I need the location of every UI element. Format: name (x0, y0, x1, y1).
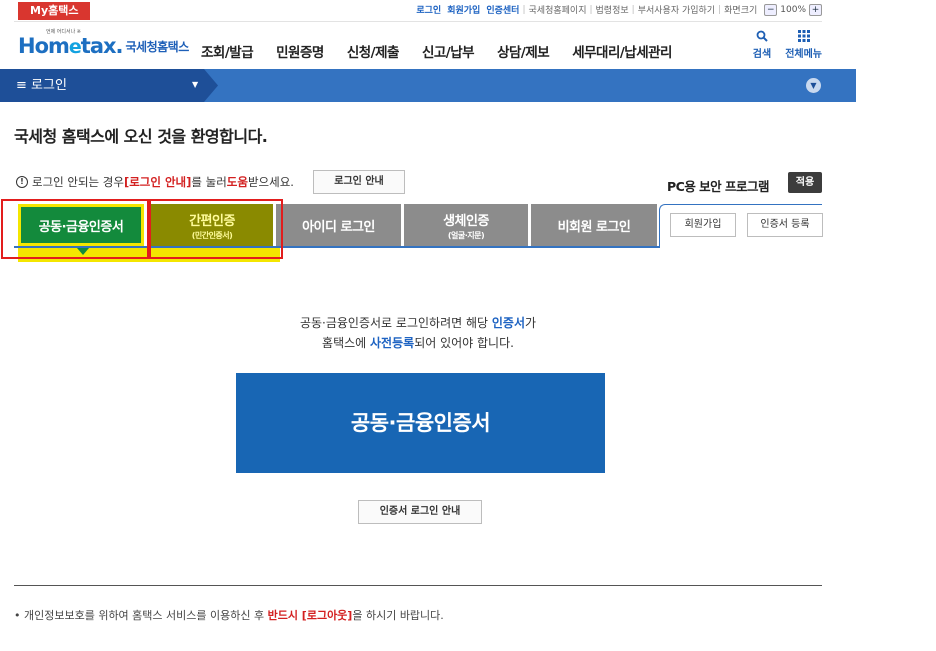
tab-id-login[interactable]: 아이디 로그인 (276, 204, 401, 246)
logo-korean-text: 국세청홈택스 (125, 40, 190, 54)
screen-size-label: 화면크기 (724, 6, 758, 16)
apply-security-button[interactable]: 적용 (788, 172, 822, 193)
nts-homepage-link[interactable]: 국세청홈페이지 (526, 3, 590, 16)
nav-consult-report[interactable]: 상담/제보 (497, 41, 550, 61)
search-icon (756, 30, 768, 45)
top-utility-bar: My홈택스 로그인 회원가입 인증센터 | 국세청홈페이지 | 법령정보 | 부… (14, 0, 822, 22)
zoom-control: − 100% + (764, 3, 822, 16)
utility-links: 로그인 회원가입 인증센터 | 국세청홈페이지 | 법령정보 | 부서사용자 가… (413, 3, 822, 16)
nav-tax-agent[interactable]: 세무대리/납세관리 (572, 41, 672, 61)
signup-link[interactable]: 회원가입 (444, 3, 483, 16)
breadcrumb-bar: ≡ 로그인 ▼ ▼ (0, 69, 936, 102)
nav-civil-cert[interactable]: 민원증명 (276, 41, 324, 61)
tab-biometric-auth[interactable]: 생체인증 (얼굴·지문) (404, 204, 528, 246)
zoom-in-button[interactable]: + (809, 3, 822, 16)
login-help-notice: ! 로그인 안되는 경우 [로그인 안내] 를 눌러 도움 받으세요. (16, 174, 294, 190)
main-header: 언제 어디서나 ※ Hometax. 국세청홈택스 조회/발급 민원증명 신청/… (14, 24, 822, 68)
login-link[interactable]: 로그인 (413, 3, 444, 16)
all-menu-button[interactable]: 전체메뉴 (785, 30, 822, 60)
login-guide-button[interactable]: 로그인 안내 (313, 170, 405, 194)
hometax-logo[interactable]: 언제 어디서나 ※ Hometax. 국세청홈택스 (18, 28, 189, 58)
page-title: 국세청 홈택스에 오신 것을 환영합니다. (14, 127, 268, 146)
divider (14, 585, 822, 586)
info-icon: ! (16, 176, 28, 188)
register-cert-button[interactable]: 인증서 등록 (747, 213, 823, 237)
search-button[interactable]: 검색 (753, 30, 771, 60)
logout-notice: • 개인정보보호를 위하여 홈택스 서비스를 이용하신 후 반드시 [로그아웃]… (14, 609, 444, 622)
pc-security-label: PC용 보안 프로그램 (667, 179, 770, 194)
cert-center-link[interactable]: 인증센터 (483, 3, 522, 16)
main-nav: 조회/발급 민원증명 신청/제출 신고/납부 상담/제보 세무대리/납세관리 (201, 41, 695, 61)
grid-icon (797, 30, 810, 45)
nav-inquiry-issue[interactable]: 조회/발급 (201, 41, 254, 61)
zoom-value: 100% (780, 4, 806, 15)
cert-instructions: 공동·금융인증서로 로그인하려면 해당 인증서가 홈택스에 사전등록되어 있어야… (299, 316, 537, 350)
cert-login-guide-button[interactable]: 인증서 로그인 안내 (358, 500, 482, 524)
breadcrumb-menu[interactable]: ≡ 로그인 (16, 69, 67, 102)
cert-login-button[interactable]: 공동·금융인증서 (236, 373, 605, 473)
my-hometax-button[interactable]: My홈택스 (18, 2, 90, 20)
logo-tagline: 언제 어디서나 ※ (46, 29, 81, 35)
chevron-down-icon[interactable]: ▼ (806, 78, 821, 93)
tab-side-panel: 회원가입 인증서 등록 (659, 204, 823, 248)
nav-apply-submit[interactable]: 신청/제출 (347, 41, 400, 61)
zoom-out-button[interactable]: − (764, 3, 778, 16)
dropdown-arrow-icon[interactable]: ▼ (192, 80, 198, 89)
law-info-link[interactable]: 법령정보 (593, 3, 632, 16)
highlight-box-cert (1, 199, 149, 259)
highlight-box-simple (149, 199, 283, 259)
login-tabs: 공동·금융인증서 간편인증 (민간인증서) 아이디 로그인 생체인증 (얼굴·지… (1, 199, 823, 264)
nav-report-pay[interactable]: 신고/납부 (422, 41, 475, 61)
dept-user-signup-link[interactable]: 부서사용자 가입하기 (635, 3, 718, 16)
tab-guest-login[interactable]: 비회원 로그인 (531, 204, 657, 246)
join-button[interactable]: 회원가입 (670, 213, 736, 237)
